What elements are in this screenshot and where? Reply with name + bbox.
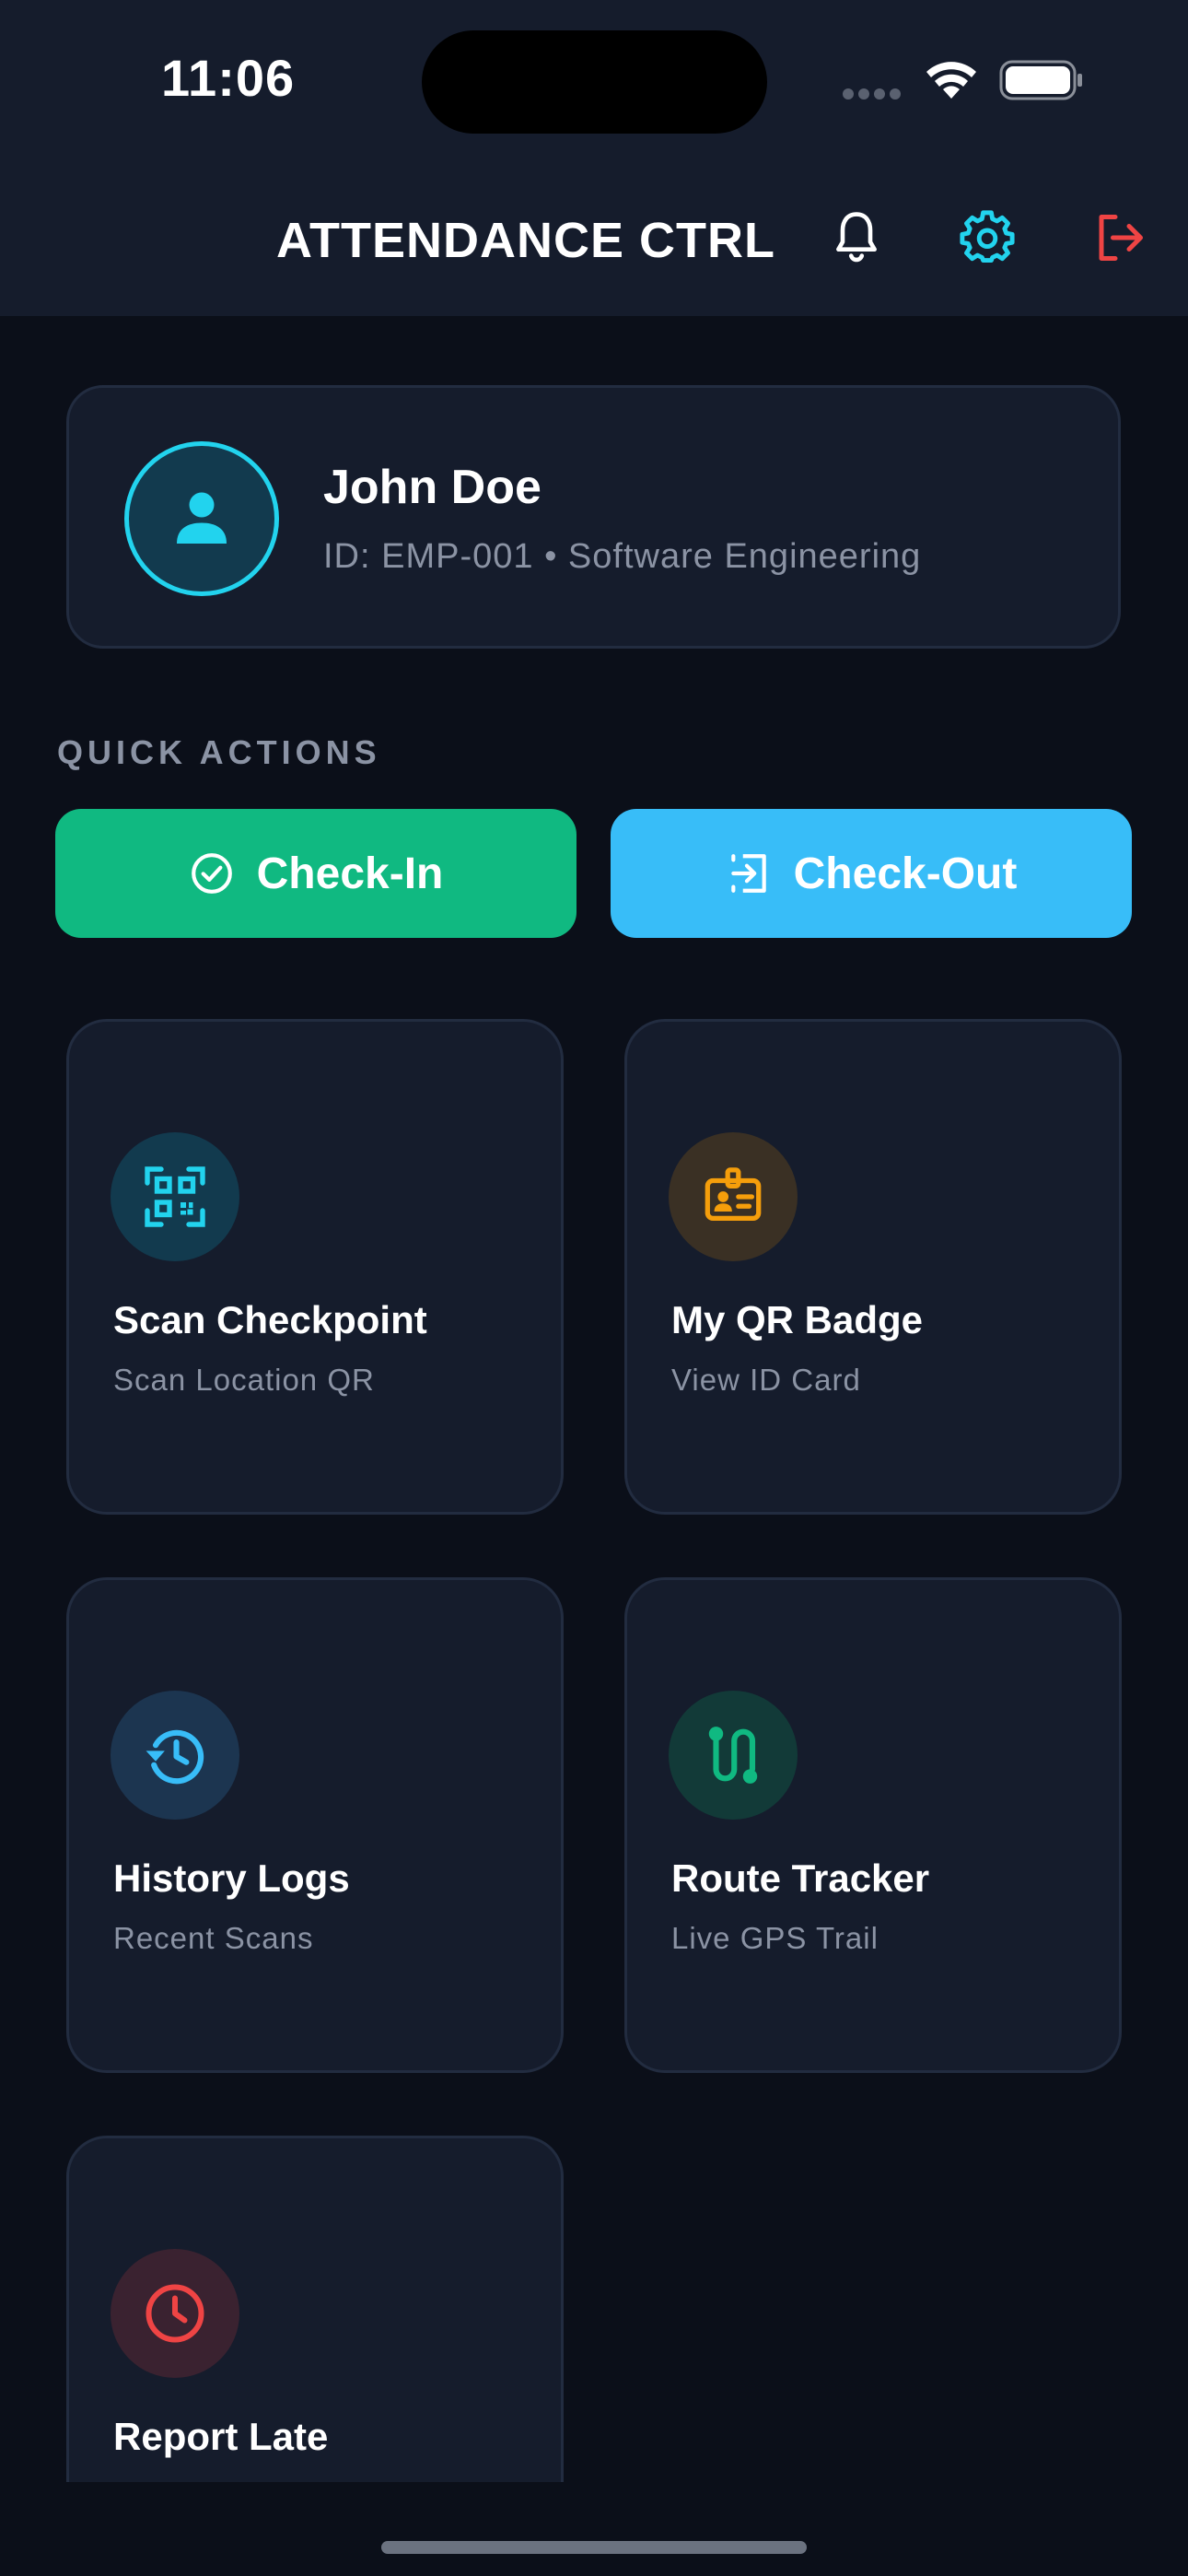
route-icon [708,1727,758,1784]
tile-title: Report Late [113,2415,329,2458]
check-in-label: Check-In [256,849,444,898]
id-badge-icon [705,1167,762,1221]
bottom-safe-area [0,2482,1188,2576]
tile-subtitle: View ID Card [671,1363,861,1397]
tile-title: My QR Badge [671,1298,924,1341]
tile-subtitle: Live GPS Trail [671,1921,879,1955]
tile-title: Route Tracker [671,1856,930,1900]
status-time: 11:06 [161,49,296,107]
tile-history-logs[interactable]: History Logs Recent Scans [66,1577,564,2073]
logout-button[interactable] [1090,208,1149,267]
tile-icon-bg [111,1132,239,1261]
tile-scan-checkpoint[interactable]: Scan Checkpoint Scan Location QR [66,1019,564,1515]
tile-subtitle: Scan Location QR [113,1363,375,1397]
top-bar: 11:06 ATTENDANCE CTRL [0,0,1188,316]
tile-route-tracker[interactable]: Route Tracker Live GPS Trail [624,1577,1122,2073]
dynamic-island [422,30,767,134]
user-icon [177,492,227,544]
tile-subtitle: Recent Scans [113,1921,314,1955]
tile-title: History Logs [113,1856,350,1900]
battery-icon [999,60,1082,100]
settings-button[interactable] [958,208,1017,267]
app-title: ATTENDANCE CTRL [276,213,775,268]
quick-actions-label: QUICK ACTIONS [57,733,381,771]
tile-my-qr-badge[interactable]: My QR Badge View ID Card [624,1019,1122,1515]
tile-icon-bg [669,1132,798,1261]
logout-icon [1099,215,1143,261]
history-icon [146,1729,204,1785]
check-in-button[interactable]: Check-In [55,809,577,938]
tile-icon-bg [111,2249,239,2378]
check-circle-icon [191,853,232,894]
bell-icon [836,212,877,263]
tile-icon-bg [669,1691,798,1820]
profile-card: John Doe ID: EMP-001 • Software Engineer… [66,385,1121,649]
tile-title: Scan Checkpoint [113,1298,427,1341]
qr-scan-icon [145,1166,205,1227]
avatar [124,441,279,596]
wifi-icon [926,62,976,99]
app-screen: 11:06 ATTENDANCE CTRL John Doe ID: EMP-0… [0,0,1188,2576]
notifications-button[interactable] [827,208,886,267]
home-indicator[interactable] [381,2541,807,2554]
tile-icon-bg [111,1691,239,1820]
cellular-signal-icon [843,88,905,100]
check-out-button[interactable]: Check-Out [611,809,1132,938]
enter-box-icon [730,854,766,893]
profile-subtitle: ID: EMP-001 • Software Engineering [323,537,922,576]
gear-icon [960,210,1015,263]
clock-icon [146,2284,204,2343]
profile-name: John Doe [323,461,542,514]
check-out-label: Check-Out [793,849,1018,898]
